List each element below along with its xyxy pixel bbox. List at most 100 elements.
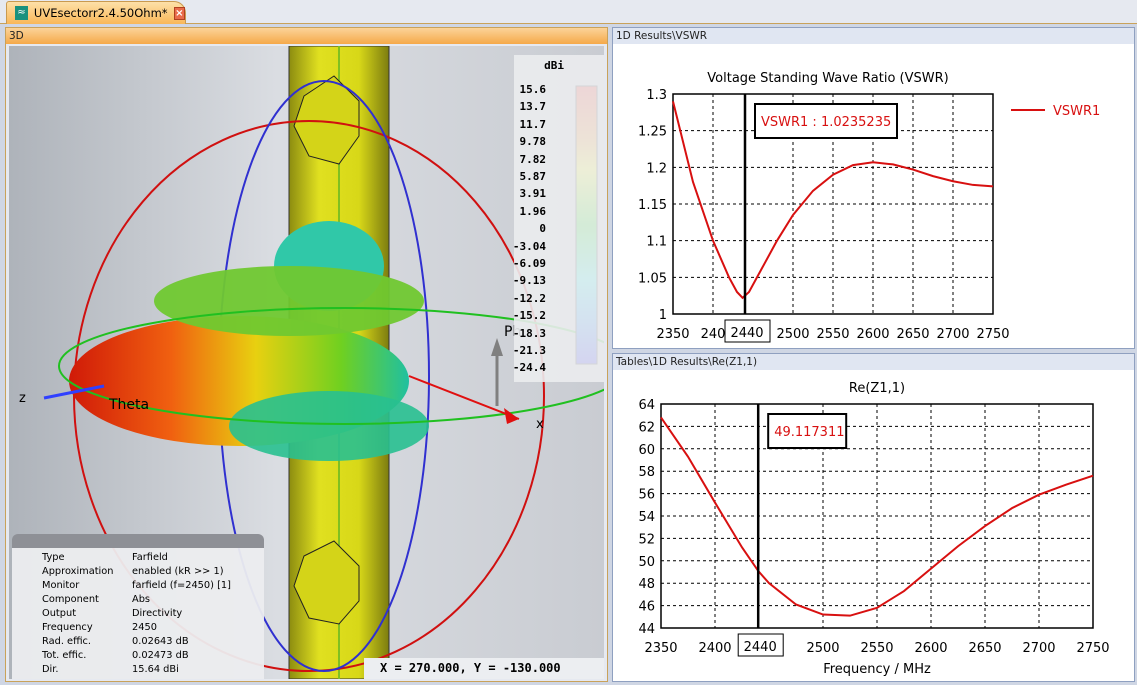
y-tick-label: 1.25 [638,125,667,140]
info-value: 15.64 dBi [132,664,179,675]
y-tick-label: 1.15 [638,198,667,213]
info-value: 0.02643 dB [132,636,189,647]
y-tick-label: 46 [638,600,655,615]
info-value: Directivity [132,608,183,619]
info-label: Component [42,594,99,605]
marker-x-label: 2440 [730,326,763,341]
panel-title-3d: 3D [6,28,607,44]
3d-view-panel: 3D z x Theta Ph dBi 15.6 13.7 11.7 9.78 … [5,27,608,682]
info-value: Farfield [132,552,168,563]
legend-label: VSWR1 [1053,104,1100,119]
x-tick-label: 2700 [1022,641,1055,656]
x-axis-label: x [536,417,544,432]
info-value: Abs [132,594,151,605]
x-tick-label: 2550 [860,641,893,656]
colorbar-tick: 15.6 [519,83,547,96]
marker-annotation: VSWR1 : 1.0235235 [761,115,891,130]
y-tick-label: 62 [638,420,655,435]
y-tick-label: 1.3 [646,88,667,103]
y-tick-label: 1.1 [646,235,667,250]
info-label: Approximation [42,566,114,577]
document-tab-bar: ≈ UVEsectorr2.4.50Ohm* × [0,0,1137,24]
close-icon[interactable]: × [173,6,185,20]
x-tick-label: 2600 [914,641,947,656]
colorbar-legend: dBi 15.6 13.7 11.7 9.78 7.82 5.87 3.91 1.96 0 -3.… [512,55,604,382]
x-axis-label: Frequency / MHz [779,348,887,349]
y-tick-label: 64 [638,398,655,413]
colorbar-unit: dBi [544,59,564,72]
chart-title: Re(Z1,1) [849,381,905,396]
x-tick-label: 2500 [806,641,839,656]
colorbar-tick: 1.96 [519,204,547,218]
re-z11-panel: Tables\1D Results\Re(Z1,1) Re(Z1,1) 44 46 48… [612,353,1135,682]
3d-viewport[interactable]: z x Theta Ph dBi 15.6 13.7 11.7 9.78 7.82 5.8… [9,46,604,679]
colorbar-tick: -15.2 [512,309,546,323]
lobe-upper [154,266,424,336]
x-tick-label: 2350 [644,641,677,656]
colorbar-tick: -24.4 [512,361,546,375]
y-tick-label: 50 [638,555,655,570]
info-label: Rad. effic. [42,636,92,647]
vswr-panel: 1D Results\VSWR Voltage Standing Wave Rat… [612,27,1135,363]
coordinate-readout: X = 270.000, Y = -130.000 [364,658,604,679]
chart-title: Voltage Standing Wave Ratio (VSWR) [707,71,948,86]
colorbar-tick: -12.2 [512,291,546,305]
info-value: 0.02473 dB [132,650,189,661]
waves-icon: ≈ [15,6,28,20]
x-tick-label: 2650 [968,641,1001,656]
info-label: Dir. [42,664,59,675]
info-value: enabled (kR >> 1) [132,566,224,577]
line-chart: Re(Z1,1) 44 46 48 50 52 54 56 58 60 62 64 2350 2400 25… [638,381,1109,677]
lobe-lower [229,391,429,461]
colorbar-tick: 5.87 [519,170,547,183]
marker-annotation: 49.117311 [774,425,844,440]
colorbar-tick: 7.82 [519,152,547,166]
z-axis-label: z [19,391,26,406]
x-tick-label: 2350 [656,327,689,342]
y-tick-label: 54 [638,510,655,525]
panel-title: Tables\1D Results\Re(Z1,1) [613,354,1134,370]
info-label: Output [42,608,77,619]
colorbar-tick: 9.78 [519,135,547,149]
y-tick-label: 56 [638,488,655,503]
document-tab-title: UVEsectorr2.4.50Ohm* [33,6,168,20]
info-label: Monitor [42,580,80,591]
panel-title: 1D Results\VSWR [613,28,1134,44]
x-tick-label: 2750 [976,327,1009,342]
x-tick-label: 2500 [776,327,809,342]
y-tick-label: 1.2 [646,161,667,176]
y-tick-label: 60 [638,443,655,458]
info-label: Type [42,552,65,563]
x-tick-label: 2400 [698,641,731,656]
theta-label: Theta [108,397,149,413]
colorbar-tick: 11.7 [519,117,547,131]
info-label: Frequency [42,622,93,633]
y-tick-label: 58 [638,465,655,480]
y-tick-label: 48 [638,577,655,592]
marker-x-label: 2440 [744,640,777,655]
colorbar-tick: 0 [539,222,546,236]
x-tick-label: 240 [701,327,726,342]
y-tick-label: 1.05 [638,271,667,286]
info-value: 2450 [132,622,157,633]
farfield-info-panel: Type Farfield Approximation enabled (kR >> … [12,534,264,679]
line-chart: Voltage Standing Wave Ratio (VSWR) 1 1.05 1… [638,71,1100,363]
y-tick-label: 1 [659,308,667,323]
colorbar-tick: -21.3 [512,344,546,357]
colorbar-tick: -9.13 [512,274,546,288]
x-tick-label: 2650 [896,327,929,342]
x-tick-label: 2600 [856,327,889,342]
info-label: Tot. effic. [42,650,87,661]
colorbar-tick: -6.09 [512,257,546,270]
colorbar-tick: 3.91 [519,187,547,201]
info-value: farfield (f=2450) [1] [132,580,231,591]
x-tick-label: 2750 [1076,641,1109,656]
x-tick-label: 2550 [816,327,849,342]
x-axis [408,375,520,420]
colorbar-tick: -3.04 [512,239,546,253]
colorbar-tick: -18.3 [512,326,546,340]
y-tick-label: 44 [638,622,655,637]
x-tick-label: 2700 [936,327,969,342]
document-tab[interactable]: ≈ UVEsectorr2.4.50Ohm* × [6,1,186,24]
colorbar-tick: 13.7 [519,100,547,114]
